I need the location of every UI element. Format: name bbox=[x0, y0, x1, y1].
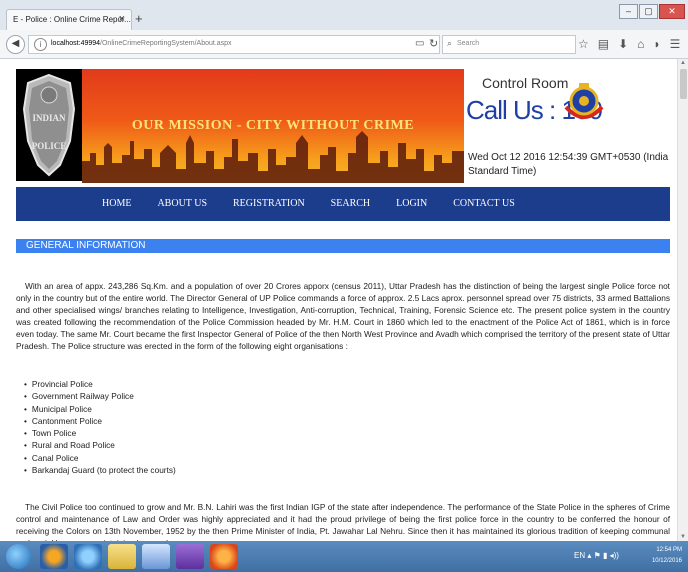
list-item: Cantonment Police bbox=[24, 415, 176, 427]
search-box[interactable]: ⌕ Search bbox=[442, 35, 576, 54]
reader-view-icon[interactable]: ▭ bbox=[415, 38, 424, 49]
browser-tab[interactable]: E - Police : Online Crime Repor... × bbox=[6, 9, 132, 30]
police-emblem-icon bbox=[562, 81, 606, 130]
browser-titlebar: E - Police : Online Crime Repor... × + –… bbox=[0, 0, 688, 30]
clock-time: 12:54 PM bbox=[656, 547, 682, 553]
reload-icon[interactable]: ↻ bbox=[429, 37, 438, 50]
menu-item-contact-us[interactable]: CONTACT US bbox=[453, 198, 515, 209]
window-controls: – ▢ ✕ bbox=[618, 4, 685, 19]
section-title: GENERAL INFORMATION bbox=[26, 240, 146, 251]
list-item: Provincial Police bbox=[24, 378, 176, 390]
badge-text-police: POLICE bbox=[32, 141, 67, 151]
url-host: localhost:49994 bbox=[51, 40, 101, 47]
url-text[interactable]: localhost:49994/OnlineCrimeReportingSyst… bbox=[51, 40, 232, 47]
menu-icon[interactable]: ☰ bbox=[670, 37, 681, 51]
info-paragraph-2: The Civil Police too continued to grow a… bbox=[16, 502, 670, 541]
list-item: Rural and Road Police bbox=[24, 439, 176, 451]
search-placeholder: Search bbox=[457, 40, 480, 47]
mission-banner: OUR MISSION - CITY WITHOUT CRIME bbox=[82, 69, 464, 183]
scrollbar-thumb[interactable] bbox=[680, 69, 687, 99]
word-icon[interactable] bbox=[142, 544, 170, 569]
reading-list-icon[interactable]: ▤ bbox=[598, 37, 609, 51]
toolbar-icons: ☆ ▤ ⬇ ⌂ ◗ ☰ bbox=[578, 37, 680, 51]
maximize-button[interactable]: ▢ bbox=[639, 4, 658, 19]
clock[interactable]: 12:54 PM 10/12/2016 bbox=[652, 545, 682, 567]
language-indicator[interactable]: EN bbox=[574, 551, 585, 560]
tab-title: E - Police : Online Crime Repor... bbox=[13, 15, 131, 24]
system-tray-icons[interactable]: EN ▴ ⚑ ▮ ◂)) bbox=[574, 551, 619, 560]
current-datetime: Wed Oct 12 2016 12:54:39 GMT+0530 (India… bbox=[468, 152, 669, 177]
info-paragraph-1: With an area of appx. 243,286 Sq.Km. and… bbox=[16, 281, 670, 351]
search-icon: ⌕ bbox=[447, 38, 453, 48]
control-room-label: Control Room bbox=[482, 75, 569, 91]
police-badge-logo: INDIAN POLICE bbox=[16, 69, 82, 181]
internet-explorer-icon[interactable] bbox=[74, 544, 102, 569]
pocket-icon[interactable]: ◗ bbox=[653, 37, 660, 51]
list-item: Government Railway Police bbox=[24, 390, 176, 402]
visual-studio-icon[interactable] bbox=[176, 544, 204, 569]
main-menu: HOME ABOUT US REGISTRATION SEARCH LOGIN … bbox=[16, 187, 670, 221]
menu-item-about-us[interactable]: ABOUT US bbox=[157, 198, 207, 209]
browser-navbar: ◀ i localhost:49994/OnlineCrimeReporting… bbox=[0, 30, 688, 59]
list-item: Canal Police bbox=[24, 452, 176, 464]
minimize-button[interactable]: – bbox=[619, 4, 638, 19]
start-button-icon[interactable] bbox=[6, 544, 31, 569]
new-tab-icon[interactable]: + bbox=[135, 11, 143, 26]
firefox-icon[interactable] bbox=[210, 544, 238, 569]
menu-item-registration[interactable]: REGISTRATION bbox=[233, 198, 305, 209]
vertical-scrollbar[interactable]: ▲ ▼ bbox=[677, 59, 688, 541]
scroll-down-icon[interactable]: ▼ bbox=[680, 534, 686, 540]
info-icon[interactable]: i bbox=[34, 38, 47, 51]
close-window-button[interactable]: ✕ bbox=[659, 4, 685, 19]
media-player-icon[interactable] bbox=[40, 544, 68, 569]
menu-item-home[interactable]: HOME bbox=[102, 198, 131, 209]
list-item: Town Police bbox=[24, 427, 176, 439]
file-explorer-icon[interactable] bbox=[108, 544, 136, 569]
download-icon[interactable]: ⬇ bbox=[618, 37, 628, 51]
list-item: Barkandaj Guard (to protect the courts) bbox=[24, 464, 176, 476]
badge-text-indian: INDIAN bbox=[32, 113, 66, 123]
section-header: GENERAL INFORMATION bbox=[16, 239, 670, 253]
menu-items: HOME ABOUT US REGISTRATION SEARCH LOGIN … bbox=[102, 198, 541, 209]
tab-close-icon[interactable]: × bbox=[119, 13, 125, 25]
back-icon[interactable]: ◀ bbox=[6, 35, 25, 54]
menu-item-login[interactable]: LOGIN bbox=[396, 198, 427, 209]
menu-item-search[interactable]: SEARCH bbox=[331, 198, 370, 209]
scroll-up-icon[interactable]: ▲ bbox=[680, 60, 686, 66]
address-bar[interactable]: i localhost:49994/OnlineCrimeReportingSy… bbox=[28, 35, 440, 54]
taskbar: EN ▴ ⚑ ▮ ◂)) 12:54 PM 10/12/2016 bbox=[0, 541, 688, 572]
url-path: /OnlineCrimeReportingSystem/About.aspx bbox=[100, 40, 232, 47]
home-icon[interactable]: ⌂ bbox=[637, 37, 644, 51]
clock-date: 10/12/2016 bbox=[651, 558, 682, 564]
mission-text: OUR MISSION - CITY WITHOUT CRIME bbox=[131, 118, 415, 133]
list-item: Municipal Police bbox=[24, 403, 176, 415]
bookmark-star-icon[interactable]: ☆ bbox=[578, 37, 589, 51]
police-units-list: Provincial Police Government Railway Pol… bbox=[24, 378, 176, 476]
page-viewport: INDIAN POLICE OUR MISSION - CITY WITHOUT… bbox=[0, 59, 677, 541]
